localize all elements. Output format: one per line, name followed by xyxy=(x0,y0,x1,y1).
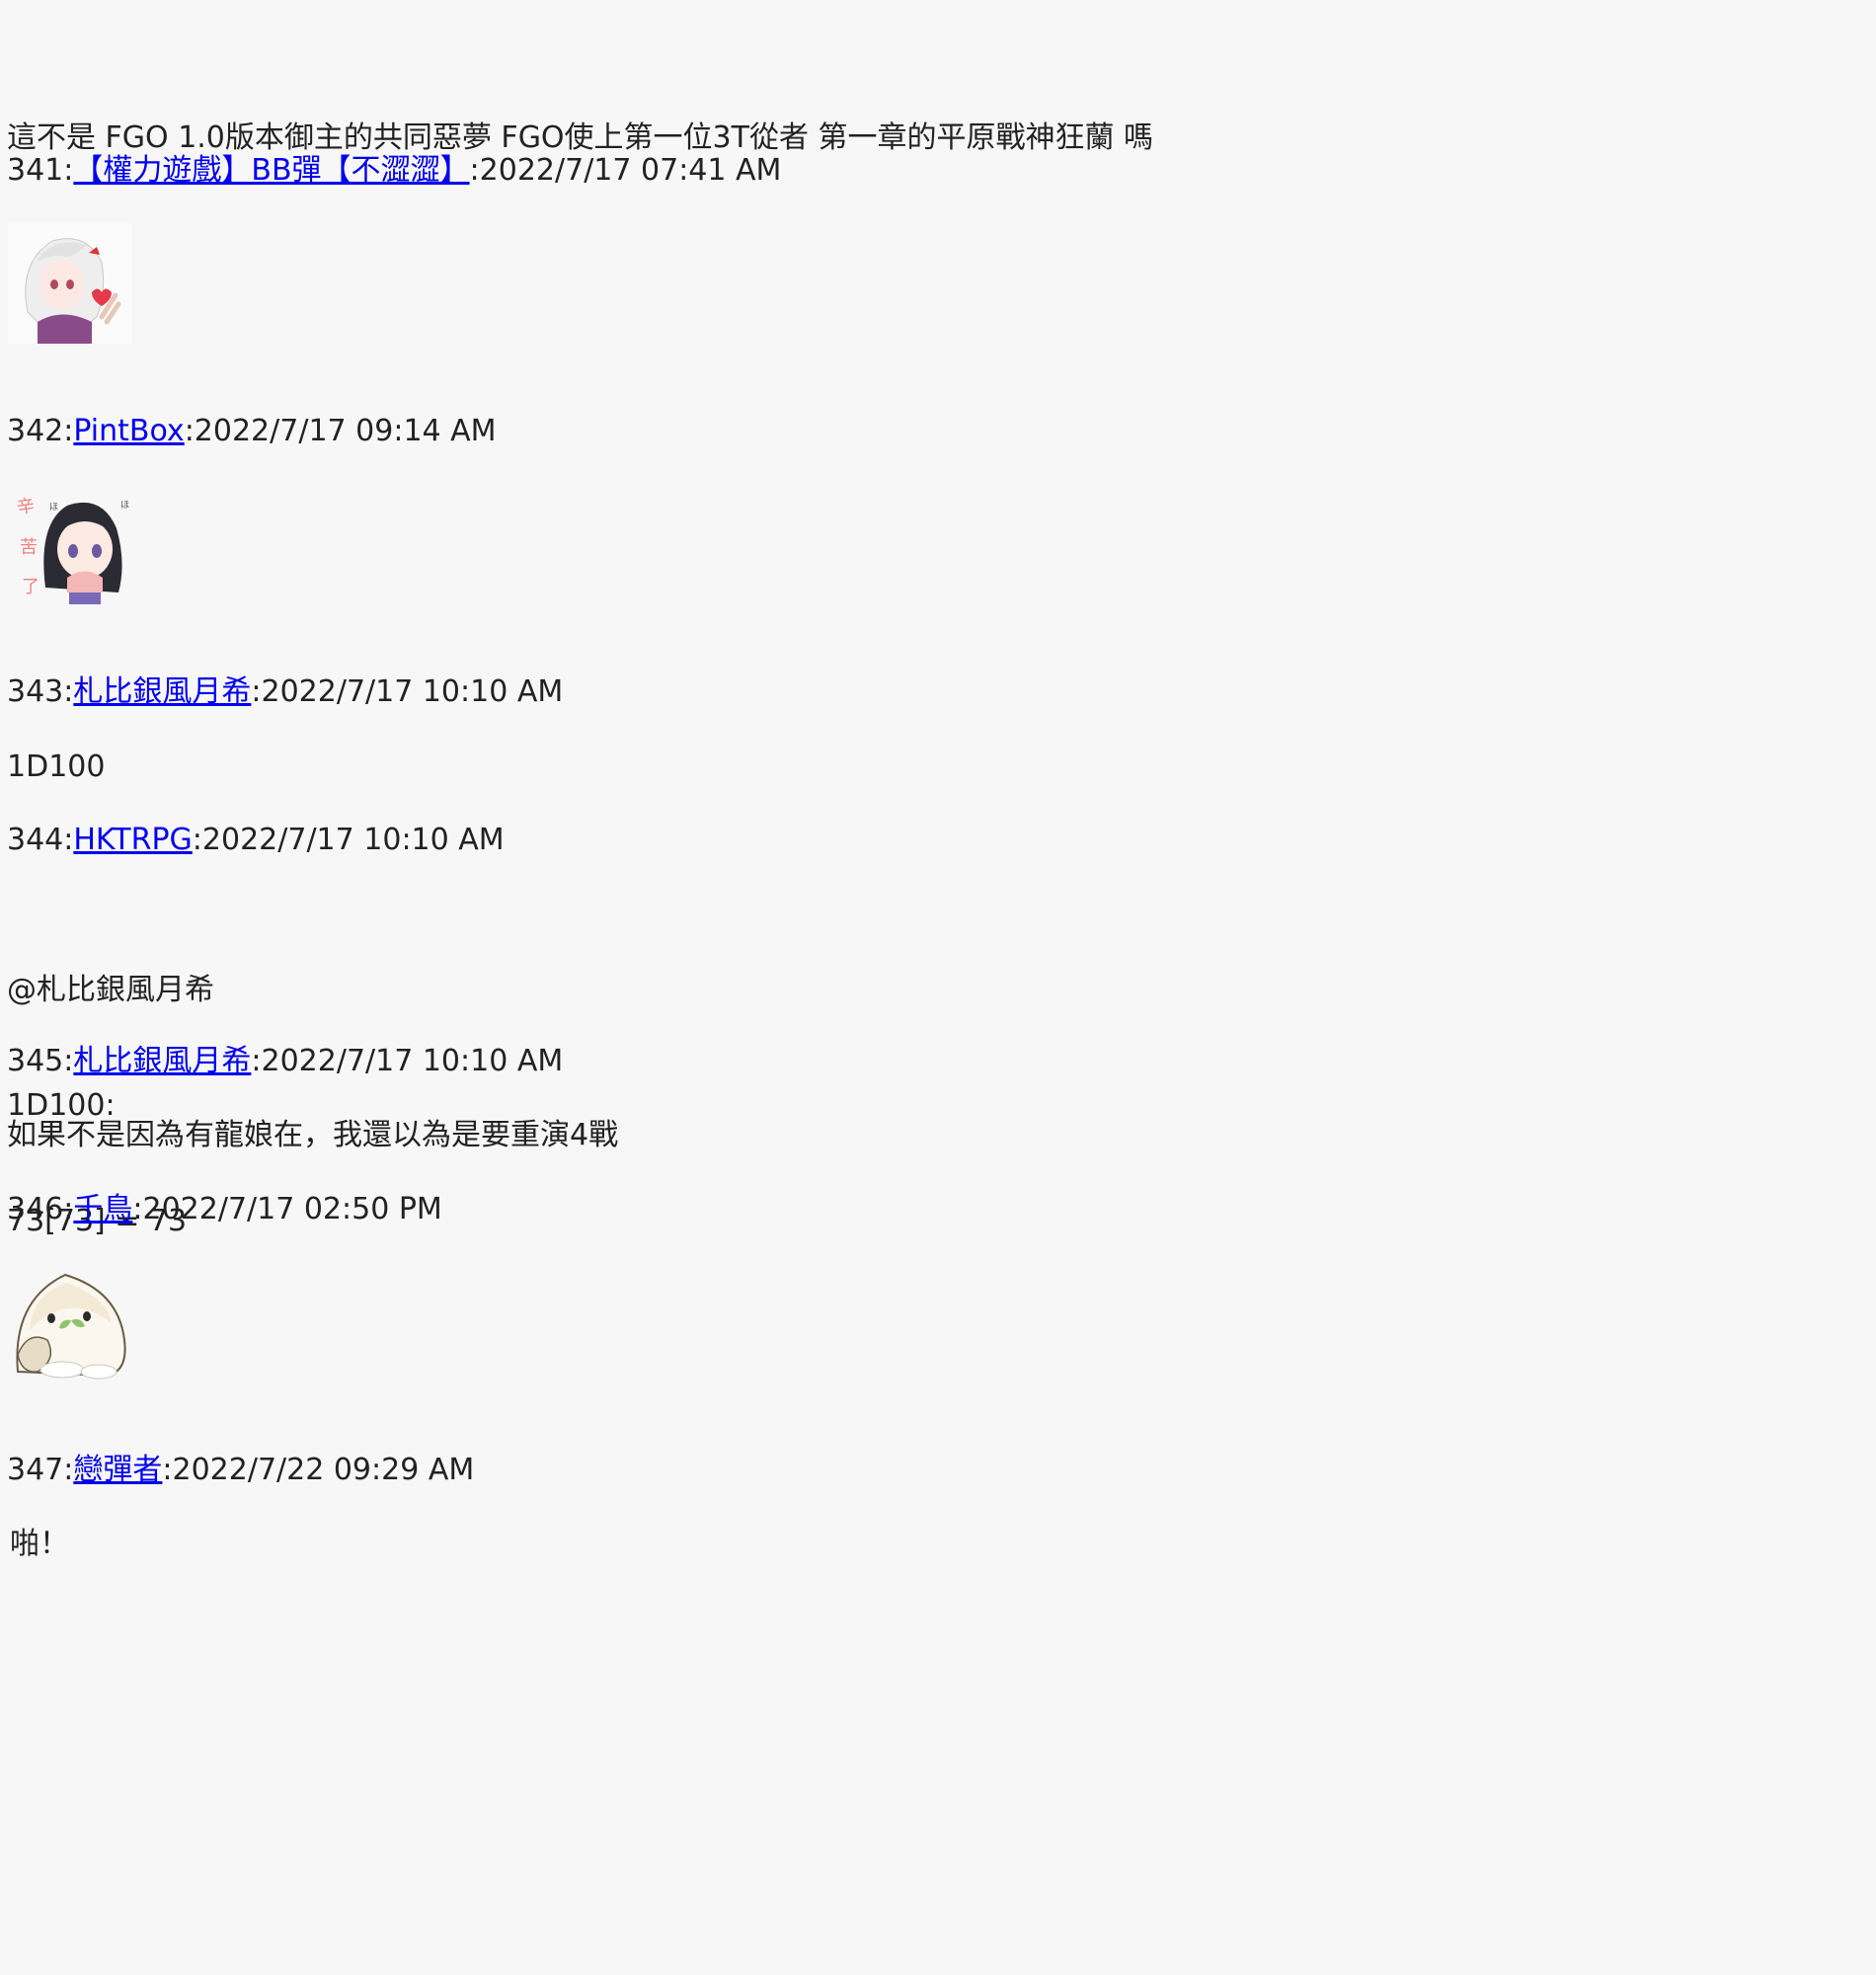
post-body: 啪！ xyxy=(10,1527,69,1561)
post-number: 346 xyxy=(7,1192,64,1226)
author-link[interactable]: 札比銀風月希 xyxy=(73,674,251,709)
post-number: 343 xyxy=(7,674,64,709)
post-body-line: 好期待啊 xyxy=(7,234,1153,273)
post-header-341: 341:【權力遊戲】BB彈【不澀澀】:2022/7/17 07:41 AM xyxy=(7,151,781,190)
author-link[interactable]: 千鳥 xyxy=(73,1192,132,1226)
author-link[interactable]: 【權力遊戲】BB彈【不澀澀】 xyxy=(73,153,469,188)
svg-text:ほ: ほ xyxy=(49,502,58,513)
post-body: 如果不是因為有龍娘在，我還以為是要重演4戰 xyxy=(7,1118,619,1152)
post-timestamp: 2022/7/17 10:10 AM xyxy=(201,823,505,857)
post-timestamp: 2022/7/17 09:14 AM xyxy=(194,414,497,448)
separator: : xyxy=(469,153,480,188)
post-body: @札比銀風月希 1D100: 73[73] = 73 xyxy=(7,894,214,1317)
post-number: 341 xyxy=(7,153,64,188)
anime-girl-heart-sticker xyxy=(8,223,132,344)
separator: : xyxy=(251,1044,262,1078)
post-timestamp: 2022/7/17 10:10 AM xyxy=(261,1044,564,1078)
separator: : xyxy=(63,823,74,857)
author-link[interactable]: 戀彈者 xyxy=(73,1453,162,1487)
separator: : xyxy=(192,823,202,857)
post-header-346: 346:千鳥:2022/7/17 02:50 PM xyxy=(7,1190,442,1228)
svg-text:辛: 辛 xyxy=(16,496,37,518)
author-link[interactable]: PintBox xyxy=(73,414,184,448)
owl-sticker xyxy=(8,1261,132,1382)
post-header-344: 344:HKTRPG:2022/7/17 10:10 AM xyxy=(7,821,505,859)
svg-text:苦: 苦 xyxy=(20,537,38,558)
post-timestamp: 2022/7/17 07:41 AM xyxy=(479,153,782,188)
post-header-347: 347:戀彈者:2022/7/22 09:29 AM xyxy=(7,1451,474,1489)
post-timestamp: 2022/7/17 02:50 PM xyxy=(142,1192,442,1226)
post-body: 1D100 xyxy=(7,750,106,784)
post-timestamp: 2022/7/22 09:29 AM xyxy=(172,1453,475,1487)
separator: : xyxy=(63,153,74,188)
svg-text:了: 了 xyxy=(22,577,39,597)
separator: : xyxy=(162,1453,173,1487)
sticker-image: 辛 苦 了 ほ ほ xyxy=(8,484,132,604)
separator: : xyxy=(63,674,74,709)
separator: : xyxy=(63,1453,74,1487)
post-header-345: 345:札比銀風月希:2022/7/17 10:10 AM xyxy=(7,1042,563,1080)
separator: : xyxy=(63,1044,74,1078)
post-number: 344 xyxy=(7,823,64,857)
separator: : xyxy=(63,414,74,448)
thread-page: 這不是 FGO 1.0版本御主的共同惡夢 FGO使上第一位3T從者 第一章的平原… xyxy=(0,0,1876,1975)
sticker-image xyxy=(8,1261,132,1382)
previous-post-body: 這不是 FGO 1.0版本御主的共同惡夢 FGO使上第一位3T從者 第一章的平原… xyxy=(7,41,1153,350)
author-link[interactable]: 札比銀風月希 xyxy=(73,1044,251,1078)
post-header-343: 343:札比銀風月希:2022/7/17 10:10 AM xyxy=(7,672,563,711)
post-header-342: 342:PintBox:2022/7/17 09:14 AM xyxy=(7,412,497,450)
separator: : xyxy=(132,1192,143,1226)
author-link[interactable]: HKTRPG xyxy=(73,823,192,857)
separator: : xyxy=(184,414,195,448)
separator: : xyxy=(63,1192,74,1226)
svg-text:ほ: ほ xyxy=(120,500,129,511)
post-number: 345 xyxy=(7,1044,64,1078)
separator: : xyxy=(251,674,262,709)
post-number: 342 xyxy=(7,414,64,448)
sticker-image xyxy=(8,223,132,344)
post-timestamp: 2022/7/17 10:10 AM xyxy=(261,674,564,709)
post-number: 347 xyxy=(7,1453,64,1487)
anime-girl-xinku-sticker: 辛 苦 了 ほ ほ xyxy=(8,484,132,604)
post-body-line: @札比銀風月希 xyxy=(7,973,214,1007)
